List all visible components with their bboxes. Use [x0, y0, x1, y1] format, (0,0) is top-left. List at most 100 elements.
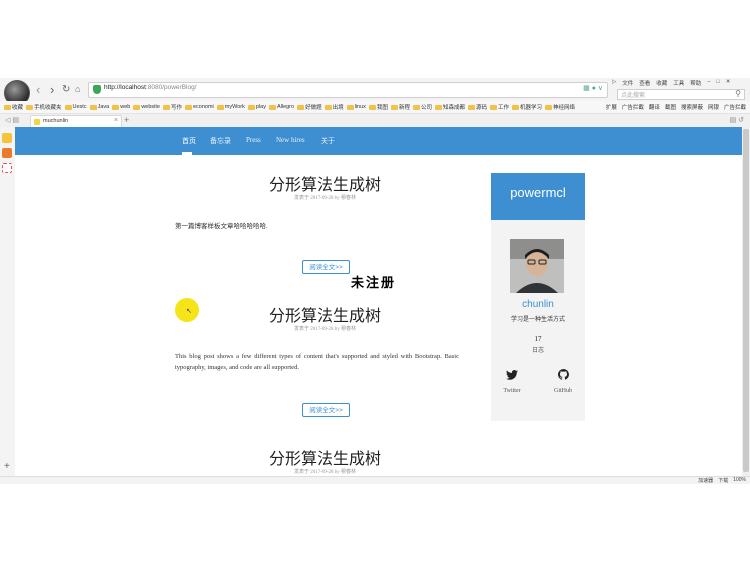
status-download[interactable]: 下载 [718, 477, 728, 484]
profile-sidebar: powermcl chunlin 学习是一种生活方式 17 日志 Twitter… [491, 173, 585, 421]
bookmark-item[interactable]: 好做题 [297, 103, 322, 111]
status-bar: 加速器 下载 100% [0, 476, 750, 484]
nav-about[interactable]: 关于 [321, 136, 335, 146]
unregistered-watermark: 未注册 [351, 275, 397, 290]
bookmark-item[interactable]: 新程 [390, 103, 410, 111]
twitter-link[interactable]: Twitter [497, 367, 527, 394]
extension-button[interactable]: 网银 [708, 103, 719, 111]
bookmark-label: 源码 [475, 105, 487, 111]
folder-icon [434, 104, 442, 110]
minimize-icon[interactable]: – [707, 79, 710, 87]
bookmark-label: play [255, 104, 266, 110]
brand-header[interactable]: powermcl [491, 173, 585, 220]
bookmark-item[interactable]: 收藏 [4, 103, 23, 111]
post-title[interactable]: 分形算法生成树 [175, 171, 475, 195]
close-icon[interactable]: ✕ [726, 79, 731, 87]
back-arrow-icon[interactable]: ‹ [36, 83, 40, 96]
bookmark-item[interactable]: 我图 [368, 103, 388, 111]
tab-close-icon[interactable]: × [114, 117, 118, 124]
address-bar-tools-icon[interactable]: ▦ ● ∨ [583, 84, 603, 92]
folder-icon [4, 104, 11, 110]
blog-navbar: 首页 备忘录 Press New hires 关于 [15, 127, 742, 155]
new-tab-icon[interactable]: + [124, 115, 129, 125]
reload-icon[interactable]: ↻ [62, 83, 70, 96]
bookmark-item[interactable]: 工作 [490, 103, 509, 111]
clock-icon[interactable] [2, 163, 12, 173]
post-meta: 发表于 2017-09-28 by 穆春林 [293, 470, 357, 475]
web-page: 首页 备忘录 Press New hires 关于 分形算法生成树 发表于 20… [15, 127, 742, 476]
status-zoom[interactable]: 100% [733, 477, 746, 484]
bookmark-item[interactable]: website [133, 104, 160, 110]
read-more-button[interactable]: 阅读全文>> [302, 260, 350, 274]
vertical-scrollbar[interactable] [742, 127, 750, 476]
address-bar[interactable]: http://localhost:8080/powerBlog/ ▦ ● ∨ [88, 82, 608, 98]
nav-new-hires[interactable]: New hires [276, 136, 305, 144]
bookmark-item[interactable]: 知森成都 [434, 103, 465, 111]
bookmark-item[interactable]: 机器学习 [512, 103, 542, 111]
nav-home[interactable]: 首页 [182, 136, 196, 146]
menu-item-view[interactable]: 查看 [639, 79, 650, 87]
extension-button[interactable]: 搜索屏蔽 [681, 103, 703, 111]
tab-title: muchunlin [43, 118, 69, 124]
folder-icon [64, 104, 72, 110]
nav-press[interactable]: Press [246, 136, 261, 144]
post-title[interactable]: 分形算法生成树 [175, 302, 475, 326]
profile-name[interactable]: chunlin [491, 299, 585, 310]
favorites-star-icon[interactable] [2, 133, 12, 143]
add-panel-icon[interactable]: + [4, 461, 10, 472]
folder-icon [268, 104, 276, 110]
maximize-icon[interactable]: □ [716, 79, 719, 87]
bookmark-label: myWork [224, 104, 245, 110]
tab-tools-icon[interactable]: ▤ ↺ [730, 116, 744, 124]
browser-toolbar: ‹ › ↻ ⌂ http://localhost:8080/powerBlog/… [0, 78, 750, 106]
bookmark-item[interactable]: 手机收藏夹 [26, 103, 62, 111]
bookmark-item[interactable]: web [112, 104, 130, 110]
nav-memo[interactable]: 备忘录 [210, 136, 231, 146]
folder-icon [545, 104, 553, 110]
post-title[interactable]: 分形算法生成树 [175, 445, 475, 469]
menu-arrow-icon[interactable]: ▷ [612, 79, 616, 87]
bookmark-item[interactable]: 神经网络 [545, 103, 575, 111]
read-more-button[interactable]: 阅读全文>> [302, 403, 350, 417]
extension-button[interactable]: 扩展 [606, 103, 617, 111]
bookmark-item[interactable]: 写作 [162, 103, 182, 111]
bookmark-item[interactable]: 出境 [324, 103, 344, 111]
bookmark-item[interactable]: economi [184, 104, 214, 110]
status-accelerator[interactable]: 加速器 [698, 477, 713, 484]
extension-button[interactable]: 截图 [665, 103, 676, 111]
folder-icon [112, 104, 120, 110]
tab-history-icon[interactable]: ◁ ▤ [5, 116, 19, 124]
menu-item-file[interactable]: 文件 [622, 79, 633, 87]
extension-button[interactable]: 翻译 [649, 103, 660, 111]
bookmark-item[interactable]: linux [346, 104, 366, 110]
extensions-toolbar: 扩展 广告拦截 翻译 截图 搜索屏蔽 网银 广告拦截 [606, 103, 746, 111]
extension-button[interactable]: 广告拦截 [724, 103, 746, 111]
mouse-pointer-icon: ↖ [186, 308, 192, 315]
search-input[interactable]: 点此搜索 ⚲ [617, 89, 745, 100]
bookmark-label: 新程 [398, 105, 410, 111]
bookmark-label: website [141, 104, 160, 110]
home-icon[interactable]: ⌂ [75, 83, 80, 96]
extension-button[interactable]: 广告拦截 [622, 103, 644, 111]
folder-icon [324, 104, 332, 110]
bookmark-label: 出境 [332, 105, 344, 111]
bookmark-item[interactable]: Allegro [268, 104, 294, 110]
bookmark-item[interactable]: 源码 [467, 103, 487, 111]
menu-item-favorites[interactable]: 收藏 [656, 79, 667, 87]
menu-item-help[interactable]: 帮助 [690, 79, 701, 87]
search-icon[interactable]: ⚲ [735, 89, 741, 98]
menu-item-tools[interactable]: 工具 [673, 79, 684, 87]
profile-photo [510, 239, 564, 293]
github-link[interactable]: GitHub [548, 367, 578, 394]
bookmark-item[interactable]: play [247, 104, 266, 110]
post-excerpt: 第一篇博客样板文章哈哈哈哈哈. [175, 223, 268, 230]
bookmark-item[interactable]: Java [89, 104, 109, 110]
scrollbar-thumb[interactable] [743, 129, 749, 472]
bookmark-label: 好做题 [305, 105, 322, 111]
bookmark-item[interactable]: 公司 [412, 103, 432, 111]
forward-arrow-icon[interactable]: › [50, 83, 54, 96]
bookmark-item[interactable]: Uestc [64, 104, 87, 110]
bookmark-item[interactable]: myWork [216, 104, 245, 110]
weibo-icon[interactable] [2, 148, 12, 158]
folder-icon [162, 104, 170, 110]
